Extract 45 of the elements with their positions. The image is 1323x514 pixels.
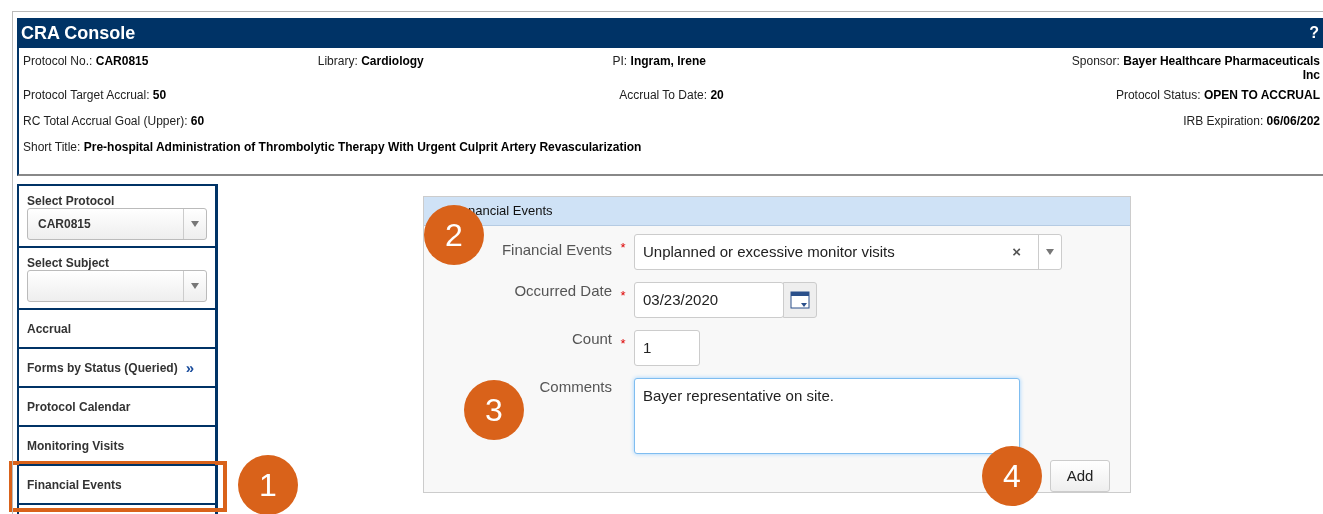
sidebar-row[interactable]: Accrual	[19, 310, 215, 349]
add-button[interactable]: Add	[1050, 459, 1110, 492]
calendar-icon	[790, 290, 810, 309]
sidebar-row[interactable]: Financial Events	[19, 466, 215, 505]
expand-link[interactable]: »	[185, 359, 195, 376]
field-label: Comments	[539, 377, 612, 395]
info-field: Short Title: Pre-hospital Administration of Thrombolytic Therapy With Urgent Culprit Artery Revascularization	[23, 140, 1320, 154]
caret-icon	[191, 283, 199, 289]
calendar-button[interactable]	[783, 281, 817, 318]
field-label: Financial Events	[501, 239, 612, 258]
step-badge: 1	[238, 455, 298, 514]
sidebar-item-label: Forms by Status (Queried)	[27, 360, 178, 375]
select-label: Select Protocol	[27, 194, 116, 208]
info-field: Protocol Status: OPEN TO ACCRUAL	[887, 88, 1320, 102]
help-button[interactable]: ?	[1309, 24, 1319, 42]
comments-field[interactable]: Bayer representative on site.	[634, 377, 1020, 454]
count-field[interactable]: 1	[634, 329, 700, 366]
date-field[interactable]: 03/23/2020	[634, 281, 784, 318]
info-field: RC Total Accrual Goal (Upper): 60	[23, 114, 672, 128]
sidebar-item-label: Monitoring Visits	[27, 438, 125, 453]
required-mark: *	[619, 238, 627, 255]
sidebar-row[interactable]: Forms by Status (Queried) »	[19, 349, 215, 388]
window-title: CRA Console	[21, 22, 136, 44]
required-mark: *	[619, 286, 627, 303]
info-field: Library: Cardiology	[317, 54, 613, 68]
info-field: Protocol Target Accrual: 50	[23, 88, 456, 102]
sidebar-row[interactable]: Monitoring Visits	[19, 427, 215, 466]
event-select[interactable]: Unplanned or excessive monitor visits ×	[634, 233, 1062, 270]
info-field: Sponsor: Bayer Healthcare Pharmaceuticals Inc	[907, 54, 1320, 82]
field-label: Count	[571, 329, 612, 347]
sidebar-item-label: Accrual	[27, 321, 72, 336]
info-field: Protocol No.: CAR0815	[23, 54, 318, 68]
info-field: IRB Expiration: 06/06/202	[671, 114, 1320, 128]
info-field: PI: Ingram, Irene	[612, 54, 908, 68]
info-field: Accrual To Date: 20	[455, 88, 888, 102]
select-label: Select Subject	[27, 256, 111, 270]
caret-icon	[191, 221, 199, 227]
caret-icon	[1046, 248, 1054, 255]
clear-icon[interactable]: ×	[1012, 243, 1021, 261]
required-mark: *	[619, 334, 627, 351]
sidebar-item-label: Protocol Calendar	[27, 399, 131, 414]
field-label: Occurred Date	[514, 281, 612, 299]
sidebar-row[interactable]: Protocol Calendar	[19, 388, 215, 427]
sidebar-item-label: Financial Events	[27, 477, 122, 492]
select-dropdown[interactable]: CAR0815	[27, 208, 207, 240]
